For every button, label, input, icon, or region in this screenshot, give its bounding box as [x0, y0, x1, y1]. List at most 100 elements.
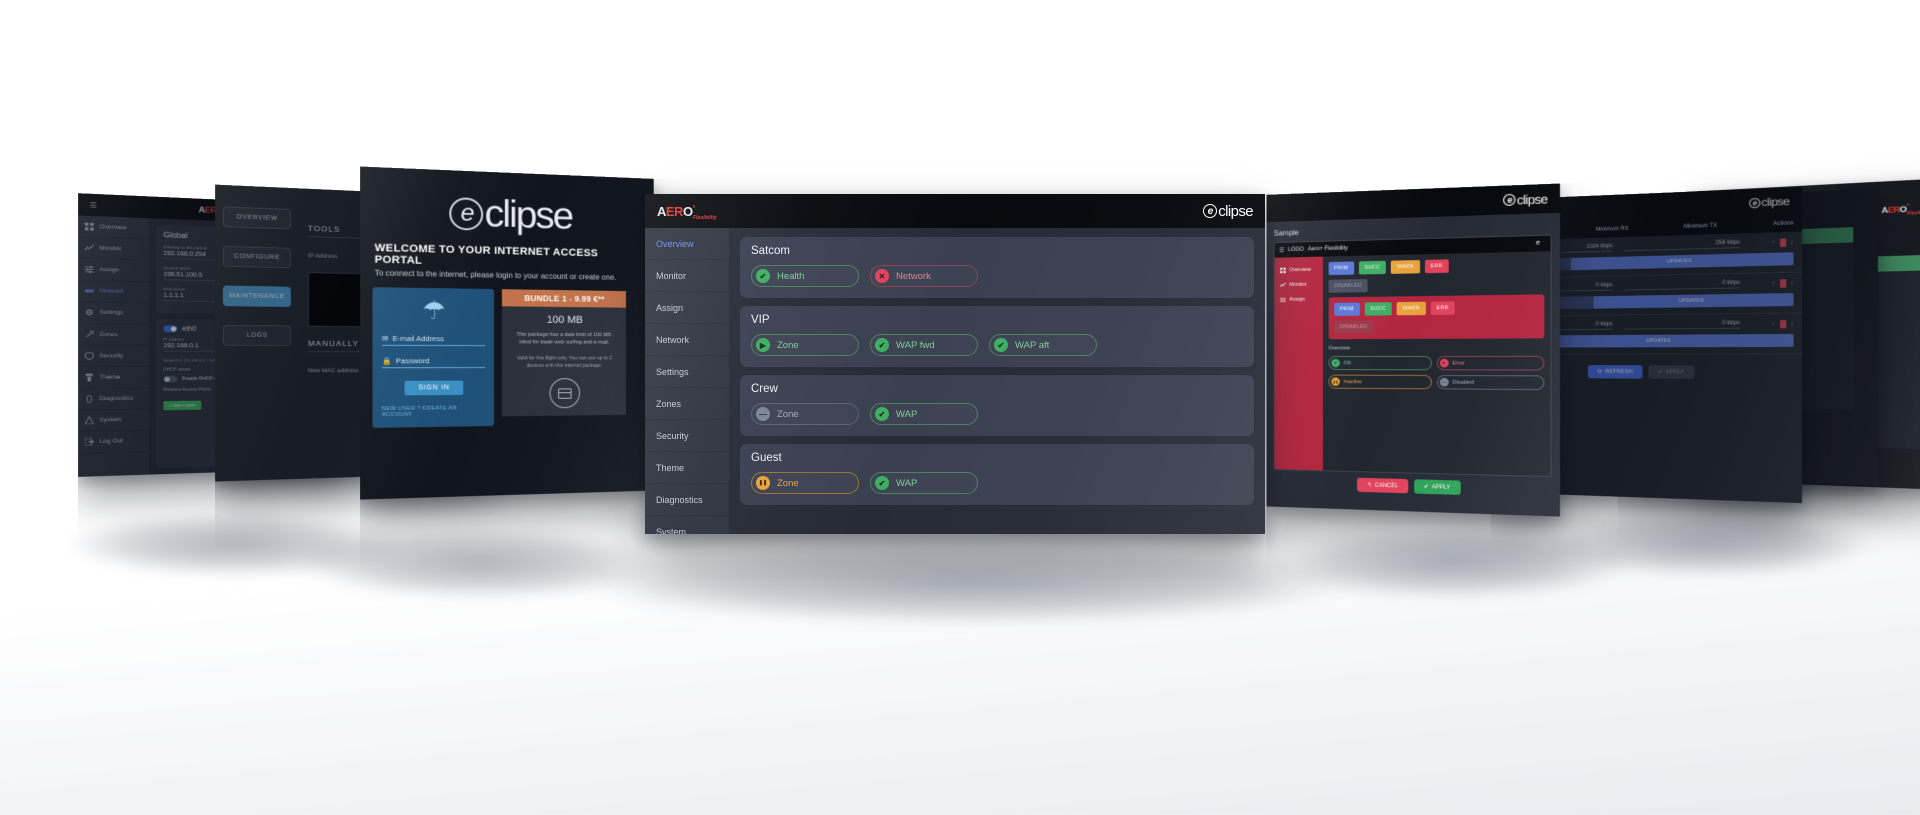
status-pill-health[interactable]: ✔ Health [751, 265, 859, 287]
sidebar-item-security[interactable]: Security [78, 345, 149, 367]
cancel-button[interactable]: ↰ CANCEL [1357, 478, 1408, 494]
arrow-up-icon[interactable]: ↑ [1772, 321, 1776, 327]
sidebar-item-assign[interactable]: Assign [645, 292, 729, 324]
panel-internet-portal[interactable]: e clipse WELCOME TO YOUR INTERNET ACCESS … [360, 166, 654, 499]
demo-pill-ok[interactable]: ✔ OK [1329, 356, 1432, 370]
bundle-card[interactable]: BUNDLE 1 - 9.99 €** 100 MB This package … [502, 289, 626, 426]
field-dns-server[interactable]: DNS server 1.1.1.1 [163, 287, 275, 303]
delete-icon[interactable] [1780, 279, 1786, 287]
sidebar-item-zones[interactable]: Zones [78, 324, 149, 346]
nav-overview[interactable]: OVERVIEW [223, 206, 291, 229]
demo-button-prim-2[interactable]: PRIM [1334, 303, 1359, 316]
dhcp-toggle-row[interactable]: Enable DHCP server [163, 375, 275, 382]
sidebar-item-overview[interactable]: Overview [78, 215, 149, 239]
panel-connected-devices[interactable]: AERO°Flexibility MY CONNECTED DEVICE(S) … [1688, 178, 1920, 491]
arrow-down-icon[interactable]: ↓ [1790, 239, 1794, 246]
sidebar-item-diagnostics[interactable]: Diagnostics [645, 484, 729, 516]
arrow-down-icon[interactable]: ↓ [1790, 321, 1794, 328]
delete-icon[interactable] [1780, 239, 1786, 248]
demo-button-prim[interactable]: PRIM [1329, 261, 1354, 275]
add-wap-button[interactable]: + ADD A WAP [163, 401, 201, 411]
field-cidr[interactable]: CIDR /24 [253, 338, 276, 352]
panel-maintenance[interactable]: OVERVIEW CONFIGURE MAINTENANCE LOGS MAIN… [215, 185, 491, 482]
demo-button-warn-2[interactable]: WARN [1397, 302, 1426, 316]
status-pill-wap-fwd[interactable]: ✔ WAP fwd [870, 334, 978, 356]
arrow-down-icon[interactable]: ↓ [1790, 280, 1794, 287]
sidebar-item-network[interactable]: Network [645, 324, 729, 356]
interface-toggle-2[interactable] [295, 235, 308, 242]
hamburger-icon[interactable]: ☰ [90, 201, 97, 209]
sidebar-item-security[interactable]: Security [645, 420, 729, 452]
rx-value[interactable]: 0 kbps [1504, 283, 1613, 293]
sidebar-item-settings[interactable]: Settings [645, 356, 729, 388]
apply-button[interactable]: ✔ APPLY [1414, 479, 1460, 495]
row-actions[interactable]: ↑ ↓ [1746, 238, 1794, 248]
nav-logs[interactable]: LOGS [223, 325, 291, 346]
table-row[interactable]: 0 kbps 0 kbps ↑ ↓ SHITLIST UPDATES [1491, 272, 1802, 316]
sign-in-button[interactable]: SIGN IN [405, 381, 464, 396]
demo-pill-disabled[interactable]: — Disabled [1436, 375, 1544, 390]
field-ip-address[interactable]: IP address 192.168.0.1 [163, 337, 245, 351]
sidebar-item-network[interactable]: Network [78, 280, 149, 303]
sidebar-item-zones[interactable]: Zones [645, 388, 729, 420]
sidebar-item-logout[interactable]: Log Out [78, 431, 149, 454]
arrow-up-icon[interactable]: ↑ [1772, 280, 1776, 287]
ip-address-input[interactable] [399, 250, 483, 268]
arrow-up-icon[interactable]: ↑ [1772, 240, 1776, 247]
status-pill-network[interactable]: ✕ Network [870, 265, 978, 287]
row-actions[interactable]: ↑ ↓ [1746, 320, 1794, 329]
sidebar-item-monitor[interactable]: Monitor [645, 260, 729, 292]
email-field[interactable]: ✉ E-mail Address [382, 334, 485, 346]
field-ground-server[interactable]: Ground server 198.51.100.5 [163, 266, 275, 283]
status-pill-crew-zone[interactable]: — Zone [751, 403, 859, 425]
row-actions[interactable]: ↑ ↓ [1746, 279, 1794, 288]
table-row[interactable]: 1024 kbps 256 kbps ↑ ↓ SHITLIST UPDATES [1491, 232, 1802, 279]
status-pill-guest-wap[interactable]: ✔ WAP [870, 472, 978, 494]
panel1-sidebar[interactable]: Overview Monitor Assign Network Settings [78, 215, 149, 476]
panel-bandwidth[interactable]: eclipse Zone Minimum RX Minimum TX Actio… [1491, 187, 1802, 503]
interface-toggle[interactable] [163, 325, 177, 332]
sidebar-item-system[interactable]: System [78, 409, 149, 432]
sidebar-item-theme[interactable]: Theme [645, 452, 729, 484]
sidebar-item-monitor[interactable]: Monitor [78, 237, 149, 261]
demo-button-succ[interactable]: SUCC [1359, 261, 1386, 275]
sidebar-item-assign[interactable]: Assign [78, 259, 149, 282]
rx-value[interactable]: 1024 kbps [1504, 244, 1613, 255]
demo-button-err[interactable]: ERR [1425, 259, 1449, 273]
demo-button-succ-2[interactable]: SUCC [1364, 302, 1391, 315]
main-sidebar[interactable]: Overview Monitor Assign Network Settings… [645, 228, 729, 534]
tx-value[interactable]: 0 kbps [1624, 320, 1740, 329]
status-pill-crew-wap[interactable]: ✔ WAP [870, 403, 978, 425]
sidebar-item-settings[interactable]: Settings [78, 302, 149, 324]
refresh-button[interactable]: ⟳ REFRESH [1588, 365, 1642, 379]
delete-icon[interactable] [1780, 320, 1786, 328]
sidebar-item-diagnostics[interactable]: Diagnostics [78, 388, 149, 410]
maintenance-nav[interactable]: OVERVIEW CONFIGURE MAINTENANCE LOGS [215, 194, 298, 482]
nav-configure[interactable]: CONFIGURE [223, 246, 291, 268]
tx-value[interactable]: 256 kbps [1624, 240, 1740, 251]
sidebar-item-system[interactable]: System [645, 516, 729, 534]
password-field[interactable]: 🔒 Password [382, 357, 485, 369]
interface-toggle-row-3[interactable] [295, 284, 338, 291]
field-ip-2[interactable]: IP address 192.168.0.1 [295, 247, 338, 260]
sidebar-item-theme[interactable]: Theme [78, 367, 149, 389]
toggle-3[interactable] [295, 284, 308, 291]
sidebar-item-overview[interactable]: Overview [645, 228, 729, 260]
create-account-link[interactable]: NEW USER ? CREATE AN ACCOUNT [382, 405, 485, 418]
rx-value[interactable]: 0 kbps [1504, 322, 1613, 331]
field-gateway[interactable]: Gateway to the internet 192.168.0.254 [163, 245, 275, 262]
tx-value[interactable]: 0 kbps [1624, 280, 1740, 290]
demo-button-err-2[interactable]: ERR [1431, 301, 1455, 315]
status-pill-wap-aft[interactable]: ✔ WAP aft [989, 334, 1097, 356]
dhcp-toggle[interactable] [163, 376, 177, 383]
panel-overview-main[interactable]: AERO°Flexibility e clipse Overview Monito… [645, 194, 1265, 534]
demo-pill-inactive[interactable]: ❚❚ Inactive [1329, 375, 1432, 390]
table-row[interactable]: 0 kbps 0 kbps ↑ ↓ SHITLIST UPDATES [1491, 313, 1802, 354]
demo-button-warn[interactable]: WARN [1391, 260, 1420, 274]
status-pill-vip-zone[interactable]: ▶ Zone [751, 334, 859, 356]
nav-maintenance[interactable]: MAINTENANCE [223, 285, 291, 307]
panel-theme[interactable]: eclipse Sample ☰ LOGO Aero+ Flexibility … [1266, 183, 1560, 516]
status-pill-guest-zone[interactable]: ❚❚ Zone [751, 472, 859, 494]
mac-address-input[interactable] [399, 362, 483, 378]
panel-connection-gauge[interactable]: INTERNET CONNECTION ♦ 90% REMAINING 25 M… [1618, 189, 1878, 486]
